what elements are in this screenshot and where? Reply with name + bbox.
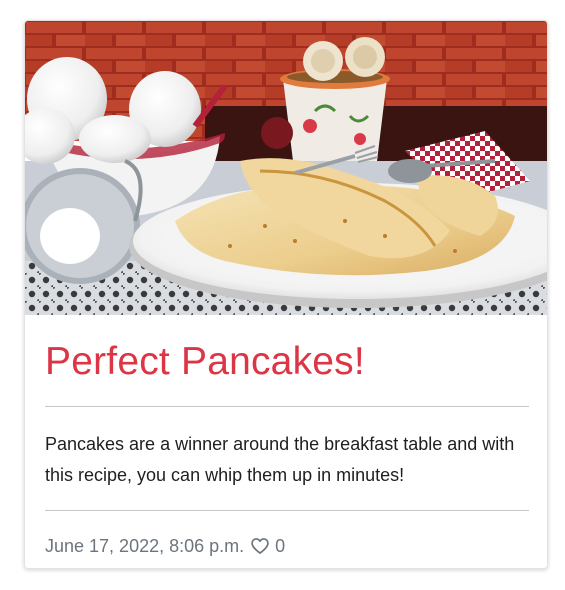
excerpt-divider [45,510,529,511]
post-title[interactable]: Perfect Pancakes! [45,339,529,385]
card-body: Perfect Pancakes! Pancakes are a winner … [45,315,529,558]
post-date: June 17, 2022, 8:06 p.m. [45,536,245,556]
featured-image[interactable] [25,21,548,315]
like-count: 0 [275,536,286,556]
post-meta: June 17, 2022, 8:06 p.m. 0 [45,534,529,558]
recipe-card: Perfect Pancakes! Pancakes are a winner … [24,20,548,569]
title-divider [45,406,529,407]
heart-outline-icon[interactable] [250,536,270,556]
post-excerpt: Pancakes are a winner around the breakfa… [45,434,515,485]
